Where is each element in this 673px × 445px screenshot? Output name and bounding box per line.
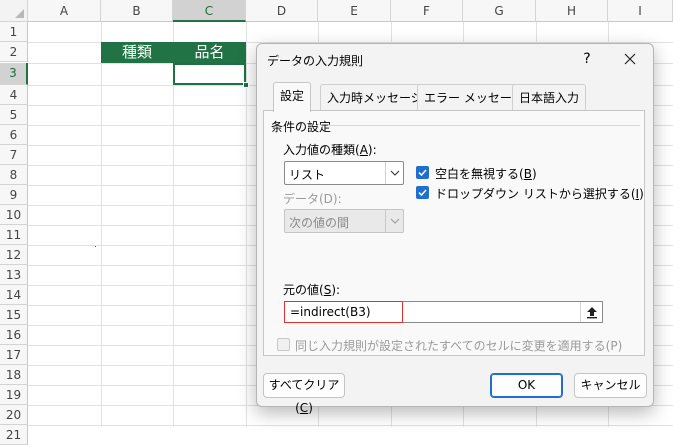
data-select-value: 次の値の間 bbox=[289, 216, 350, 230]
collapse-dialog-button[interactable] bbox=[580, 302, 602, 322]
column-header-e[interactable]: E bbox=[318, 0, 391, 22]
ignore-blank-checkbox[interactable] bbox=[416, 166, 429, 179]
data-validation-dialog: データの入力規則 ? 設定 入力時メッセージ エラー メッセージ 日本語入力 条… bbox=[256, 43, 654, 415]
group-divider bbox=[328, 125, 640, 126]
column-header-d[interactable]: D bbox=[246, 0, 318, 22]
chevron-down-icon bbox=[390, 170, 400, 176]
source-label: 元の値(S): bbox=[283, 283, 341, 297]
row-header-9[interactable]: 9 bbox=[0, 185, 28, 205]
row-header-17[interactable]: 17 bbox=[0, 345, 28, 365]
row-header-20[interactable]: 20 bbox=[0, 405, 28, 425]
tab-bar: 設定 入力時メッセージ エラー メッセージ 日本語入力 bbox=[263, 82, 643, 112]
dropdown-button-disabled bbox=[385, 210, 403, 232]
close-icon bbox=[624, 53, 636, 65]
ok-button[interactable]: OK bbox=[490, 373, 563, 398]
close-button[interactable] bbox=[617, 47, 643, 71]
help-button[interactable]: ? bbox=[577, 49, 597, 69]
row-header-2[interactable]: 2 bbox=[0, 42, 28, 62]
row-header-13[interactable]: 13 bbox=[0, 265, 28, 285]
allow-select[interactable]: リスト bbox=[284, 161, 404, 185]
row-header-11[interactable]: 11 bbox=[0, 225, 28, 245]
row-header-18[interactable]: 18 bbox=[0, 365, 28, 385]
data-select: 次の値の間 bbox=[284, 209, 404, 233]
column-header-b[interactable]: B bbox=[101, 0, 173, 22]
allow-label: 入力値の種類(A): bbox=[283, 143, 377, 157]
row-header-4[interactable]: 4 bbox=[0, 85, 28, 105]
checkmark-icon bbox=[418, 169, 427, 177]
source-input[interactable]: =indirect(B3) bbox=[284, 301, 603, 323]
column-header-g[interactable]: G bbox=[463, 0, 536, 22]
ignore-blank-label[interactable]: 空白を無視する(B) bbox=[435, 165, 537, 182]
column-header-h[interactable]: H bbox=[536, 0, 608, 22]
row-header-1[interactable]: 1 bbox=[0, 22, 28, 42]
gridline bbox=[28, 425, 673, 426]
cancel-button[interactable]: キャンセル bbox=[574, 373, 647, 398]
apply-all-checkbox bbox=[277, 338, 290, 351]
chevron-down-icon bbox=[390, 218, 400, 224]
row-header-21[interactable]: 21 bbox=[0, 425, 28, 445]
criteria-group-label: 条件の設定 bbox=[271, 120, 332, 134]
row-header-14[interactable]: 14 bbox=[0, 285, 28, 305]
cell-c2[interactable]: 品名 bbox=[173, 42, 246, 63]
in-cell-dropdown-checkbox[interactable] bbox=[416, 186, 429, 199]
fill-handle[interactable] bbox=[243, 82, 249, 88]
row-header-19[interactable]: 19 bbox=[0, 385, 28, 405]
tab-settings[interactable]: 設定 bbox=[273, 82, 312, 112]
source-input-value: =indirect(B3) bbox=[290, 305, 371, 319]
checkmark-icon bbox=[418, 189, 427, 197]
column-header-a[interactable]: A bbox=[28, 0, 101, 22]
column-header-f[interactable]: F bbox=[391, 0, 463, 22]
tab-ime[interactable]: 日本語入力 bbox=[512, 84, 587, 110]
row-header-3[interactable]: 3 bbox=[0, 63, 28, 85]
row-header-7[interactable]: 7 bbox=[0, 145, 28, 165]
column-header-i[interactable]: I bbox=[608, 0, 673, 22]
settings-panel: 条件の設定 入力値の種類(A): リスト 空白を無視する(B) ドロップダウン … bbox=[263, 110, 645, 356]
dialog-title: データの入力規則 bbox=[267, 54, 364, 68]
in-cell-dropdown-label[interactable]: ドロップダウン リストから選択する(I) bbox=[435, 185, 644, 202]
apply-all-label: 同じ入力規則が設定されたすべてのセルに変更を適用する(P) bbox=[295, 339, 623, 353]
dropdown-button[interactable] bbox=[385, 162, 403, 184]
row-header-5[interactable]: 5 bbox=[0, 105, 28, 125]
select-all-corner[interactable] bbox=[0, 0, 28, 22]
stray-dot bbox=[95, 246, 96, 247]
allow-select-value: リスト bbox=[289, 168, 326, 182]
row-header-12[interactable]: 12 bbox=[0, 245, 28, 265]
cell-b2[interactable]: 種類 bbox=[101, 42, 173, 63]
row-header-6[interactable]: 6 bbox=[0, 125, 28, 145]
active-cell-c3[interactable] bbox=[173, 63, 246, 85]
data-label: データ(D): bbox=[283, 192, 342, 206]
tab-input-message[interactable]: 入力時メッセージ bbox=[320, 84, 430, 110]
column-header-c[interactable]: C bbox=[173, 0, 246, 22]
row-header-16[interactable]: 16 bbox=[0, 325, 28, 345]
clear-all-button[interactable]: すべてクリア(C) bbox=[263, 373, 345, 415]
row-header-15[interactable]: 15 bbox=[0, 305, 28, 325]
row-header-10[interactable]: 10 bbox=[0, 205, 28, 225]
row-header-8[interactable]: 8 bbox=[0, 165, 28, 185]
collapse-arrow-icon bbox=[587, 307, 597, 319]
